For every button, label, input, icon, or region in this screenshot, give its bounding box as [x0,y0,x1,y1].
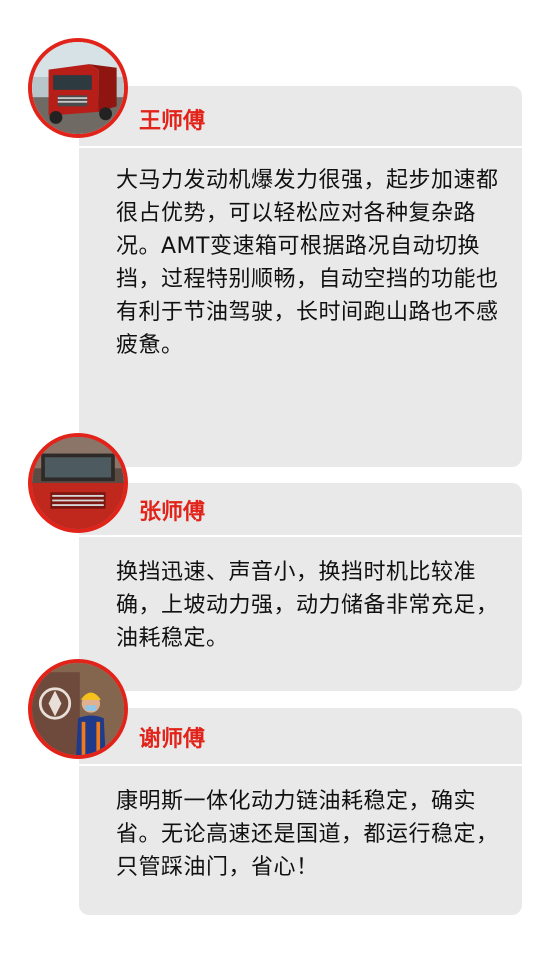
review-card-zhang: 张师傅 换挡迅速、声音小，换挡时机比较准确，上坡动力强，动力储备非常充足，油耗稳… [79,483,522,691]
review-text: 康明斯一体化动力链油耗稳定，确实省。无论高速还是国道，都运行稳定，只管踩油门，省… [116,789,499,880]
avatar-image [32,437,124,529]
review-card-wang: 王师傅 大马力发动机爆发力很强，起步加速都很占优势，可以轻松应对各种复杂路况。A… [79,86,522,467]
review-text: 换挡迅速、声音小，换挡时机比较准确，上坡动力强，动力储备非常充足，油耗稳定。 [116,560,499,651]
avatar-image [32,42,124,134]
driver-with-truck-photo-icon [28,659,128,759]
review-text: 大马力发动机爆发力很强，起步加速都很占优势，可以轻松应对各种复杂路况。AMT变速… [116,168,499,358]
reviewer-name: 张师傅 [139,500,206,525]
review-card-xie: 谢师傅 康明斯一体化动力链油耗稳定，确实省。无论高速还是国道，都运行稳定，只管踩… [79,708,522,915]
truck-cab-photo-icon [28,433,128,533]
reviewer-name: 王师傅 [139,109,206,134]
reviewer-name: 谢师傅 [139,727,206,752]
avatar-image [32,663,124,755]
red-truck-photo-icon [28,38,128,138]
